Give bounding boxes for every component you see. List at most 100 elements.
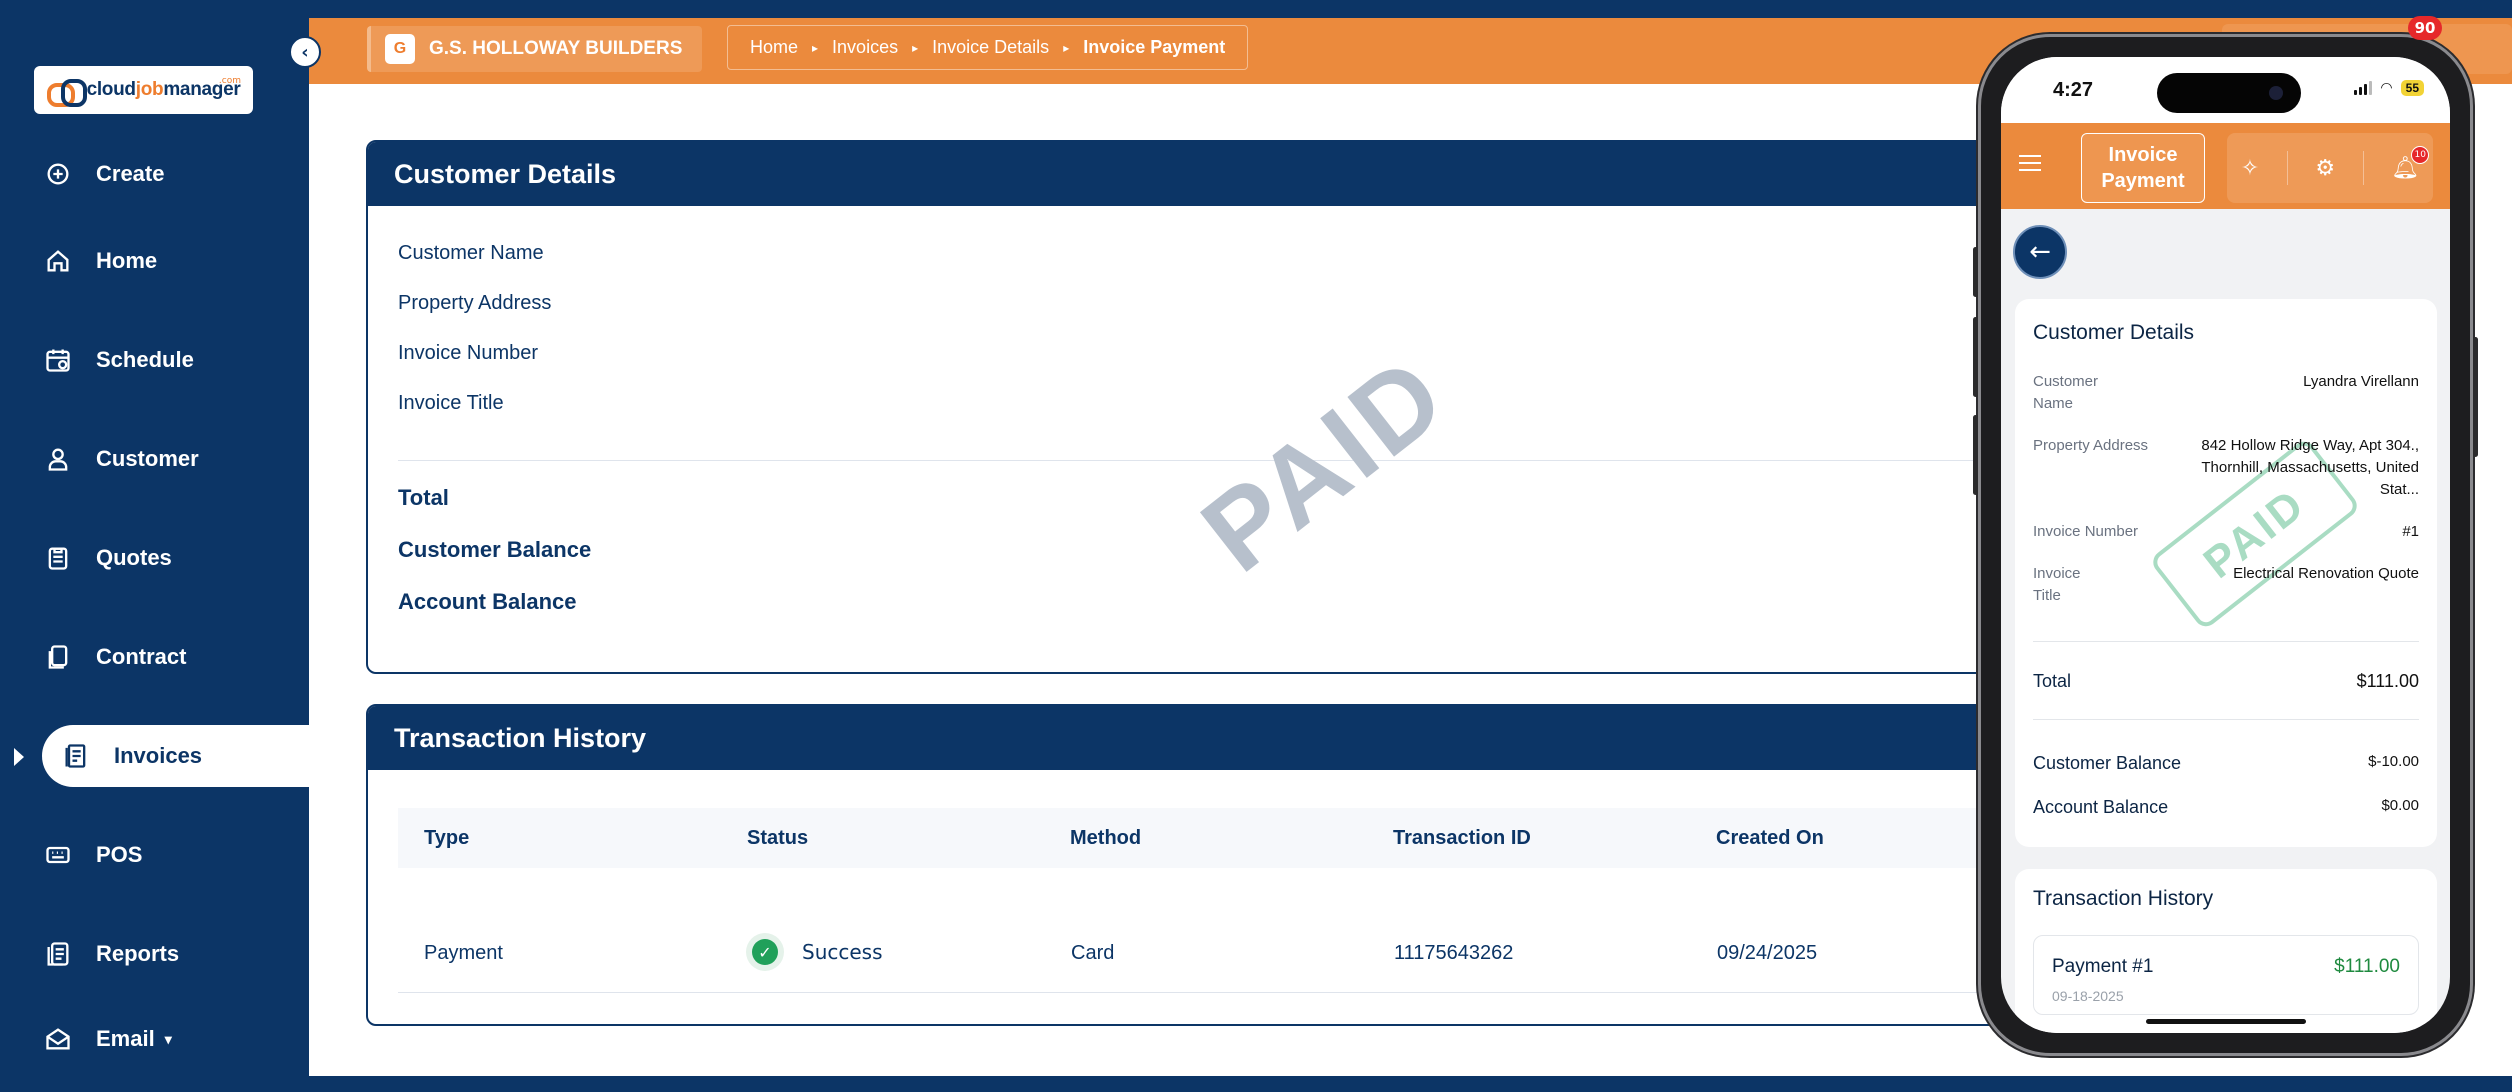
- breadcrumb-current: Invoice Payment: [1083, 37, 1226, 57]
- wifi-icon: ◠: [2380, 79, 2393, 95]
- sidebar-item-label: Home: [96, 248, 158, 273]
- phone-customer-balance-value: $-10.00: [2368, 753, 2419, 770]
- phone-total-label: Total: [2033, 671, 2072, 691]
- sidebar-item-quotes[interactable]: Quotes: [42, 527, 309, 589]
- sidebar-item-reports[interactable]: Reports: [42, 923, 309, 985]
- cloud-logo-icon: [46, 77, 87, 107]
- sidebar-item-create[interactable]: Create: [42, 143, 309, 205]
- sparkle-icon[interactable]: ✧: [2241, 156, 2259, 181]
- sidebar-item-label: Contract: [96, 644, 187, 669]
- phone-property-address-label: Property Address: [2033, 437, 2149, 454]
- sidebar-item-label: Invoices: [114, 743, 203, 768]
- phone-customer-name-label: Customer Name: [2033, 373, 2099, 412]
- sidebar-item-label: Customer: [96, 446, 199, 471]
- user-icon: [42, 443, 74, 475]
- phone-transaction-title: Payment #1: [2052, 956, 2154, 977]
- phone-page-title: Invoice Payment: [2081, 133, 2205, 203]
- check-circle-icon: ✓: [746, 933, 784, 971]
- email-icon: [42, 1023, 74, 1055]
- status-icons: ◠ 55: [2354, 79, 2424, 96]
- column-header-created-on: Created On: [1716, 826, 1824, 849]
- sidebar-item-email[interactable]: Email ▾: [42, 1008, 309, 1070]
- battery-icon: 55: [2400, 79, 2424, 96]
- phone-account-balance-label: Account Balance: [2033, 797, 2169, 817]
- phone-account-balance-value: $0.00: [2381, 797, 2419, 814]
- phone-invoice-number-value: #1: [2402, 523, 2419, 540]
- divider: [2286, 151, 2288, 185]
- collapse-sidebar-button[interactable]: ‹: [289, 36, 321, 68]
- chevron-right-icon: ▸: [912, 40, 919, 55]
- keyboard-icon: [42, 839, 74, 871]
- gear-icon[interactable]: ⚙: [2315, 156, 2335, 181]
- notification-badge[interactable]: 90: [2408, 16, 2442, 40]
- row-status: ✓ Success: [746, 933, 883, 971]
- phone-invoice-title-label: Invoice Title: [2033, 565, 2081, 604]
- company-badge: G: [385, 34, 415, 64]
- sidebar-item-pos[interactable]: POS: [42, 824, 309, 886]
- row-created-on: 09/24/2025: [1717, 942, 1818, 964]
- reports-icon: [42, 938, 74, 970]
- back-button[interactable]: ←: [2013, 225, 2067, 279]
- phone-transaction-amount: $111.00: [2334, 956, 2400, 977]
- phone-notification-badge: 10: [2411, 145, 2430, 164]
- account-balance-label: Account Balance: [398, 589, 577, 614]
- chevron-left-icon: ‹: [301, 41, 309, 63]
- phone-invoice-title-value: Electrical Renovation Quote: [2233, 565, 2419, 582]
- phone-side-button: [1973, 317, 1978, 397]
- total-label: Total: [398, 485, 449, 510]
- clipboard-icon: [42, 542, 74, 574]
- sidebar-item-label: POS: [96, 842, 143, 867]
- sidebar-item-contract[interactable]: Contract: [42, 626, 309, 688]
- arrow-left-icon: ←: [2029, 237, 2051, 267]
- divider: [2033, 719, 2419, 720]
- sidebar-item-home[interactable]: Home: [42, 230, 309, 292]
- phone-screen: 4:27 ◠ 55 Invoice Payment ✧ ⚙ 🔔︎ 10 ← Cu…: [2001, 57, 2450, 1033]
- phone-transaction-date: 09-18-2025: [2052, 988, 2124, 1004]
- transaction-history-title: Transaction History: [368, 706, 2064, 770]
- sidebar-item-customer[interactable]: Customer: [42, 428, 309, 490]
- sidebar-item-schedule[interactable]: Schedule: [42, 329, 309, 391]
- breadcrumb-invoice-details[interactable]: Invoice Details: [932, 37, 1049, 58]
- phone-customer-balance-label: Customer Balance: [2033, 753, 2182, 773]
- table-header: Type Status Method Transaction ID Create…: [398, 808, 2064, 868]
- column-header-method: Method: [1070, 826, 1142, 849]
- status-time: 4:27: [2053, 79, 2094, 101]
- hamburger-menu-icon[interactable]: [2019, 155, 2041, 171]
- divider: [2033, 641, 2419, 642]
- phone-customer-details-card: Customer Details PAID Customer Name Lyan…: [2015, 299, 2437, 847]
- sidebar-item-invoices[interactable]: Invoices: [42, 725, 309, 787]
- dynamic-island: [2157, 73, 2301, 113]
- customer-details-card: Customer Details Customer Name Property …: [366, 140, 2066, 674]
- row-status-label: Success: [802, 940, 883, 964]
- phone-transaction-item[interactable]: Payment #1 $111.00 09-18-2025: [2033, 935, 2419, 1015]
- breadcrumb-home[interactable]: Home: [750, 37, 798, 58]
- phone-app-header: Invoice Payment ✧ ⚙ 🔔︎ 10: [2001, 123, 2450, 209]
- app-logo[interactable]: cloudjobmanager .com: [34, 66, 253, 114]
- phone-header-tools: ✧ ⚙ 🔔︎ 10: [2227, 133, 2433, 203]
- phone-side-button: [1973, 247, 1978, 297]
- chevron-right-icon: ▸: [1063, 40, 1070, 55]
- property-address-label: Property Address: [398, 292, 552, 314]
- invoice-title-label: Invoice Title: [398, 392, 504, 414]
- logo-tld: .com: [218, 76, 241, 86]
- sidebar-item-label: Email: [96, 1026, 155, 1051]
- customer-balance-label: Customer Balance: [398, 537, 592, 562]
- divider: [2362, 151, 2364, 185]
- sidebar-item-label: Reports: [96, 941, 180, 966]
- sidebar: cloudjobmanager .com Create Home Schedul…: [0, 0, 309, 1092]
- column-header-transaction-id: Transaction ID: [1393, 826, 1531, 849]
- chevron-down-icon: ▾: [164, 1030, 172, 1047]
- signal-icon: [2354, 80, 2373, 95]
- breadcrumb-invoices[interactable]: Invoices: [832, 37, 898, 58]
- chevron-right-icon: ▸: [812, 40, 819, 55]
- row-transaction-id: 11175643262: [1394, 942, 1514, 964]
- bell-icon[interactable]: 🔔︎ 10: [2391, 145, 2430, 181]
- phone-mockup: 4:27 ◠ 55 Invoice Payment ✧ ⚙ 🔔︎ 10 ← Cu…: [1973, 34, 2478, 1056]
- sidebar-item-label: Quotes: [96, 545, 172, 570]
- calendar-icon: [42, 344, 74, 376]
- phone-customer-details-title: Customer Details: [2033, 321, 2195, 344]
- company-switcher[interactable]: G G.S. HOLLOWAY BUILDERS: [367, 26, 703, 72]
- sidebar-item-label: Schedule: [96, 347, 194, 372]
- home-indicator[interactable]: [2146, 1019, 2306, 1024]
- phone-property-address-value: 842 Hollow Ridge Way, Apt 304., Thornhil…: [2201, 437, 2419, 498]
